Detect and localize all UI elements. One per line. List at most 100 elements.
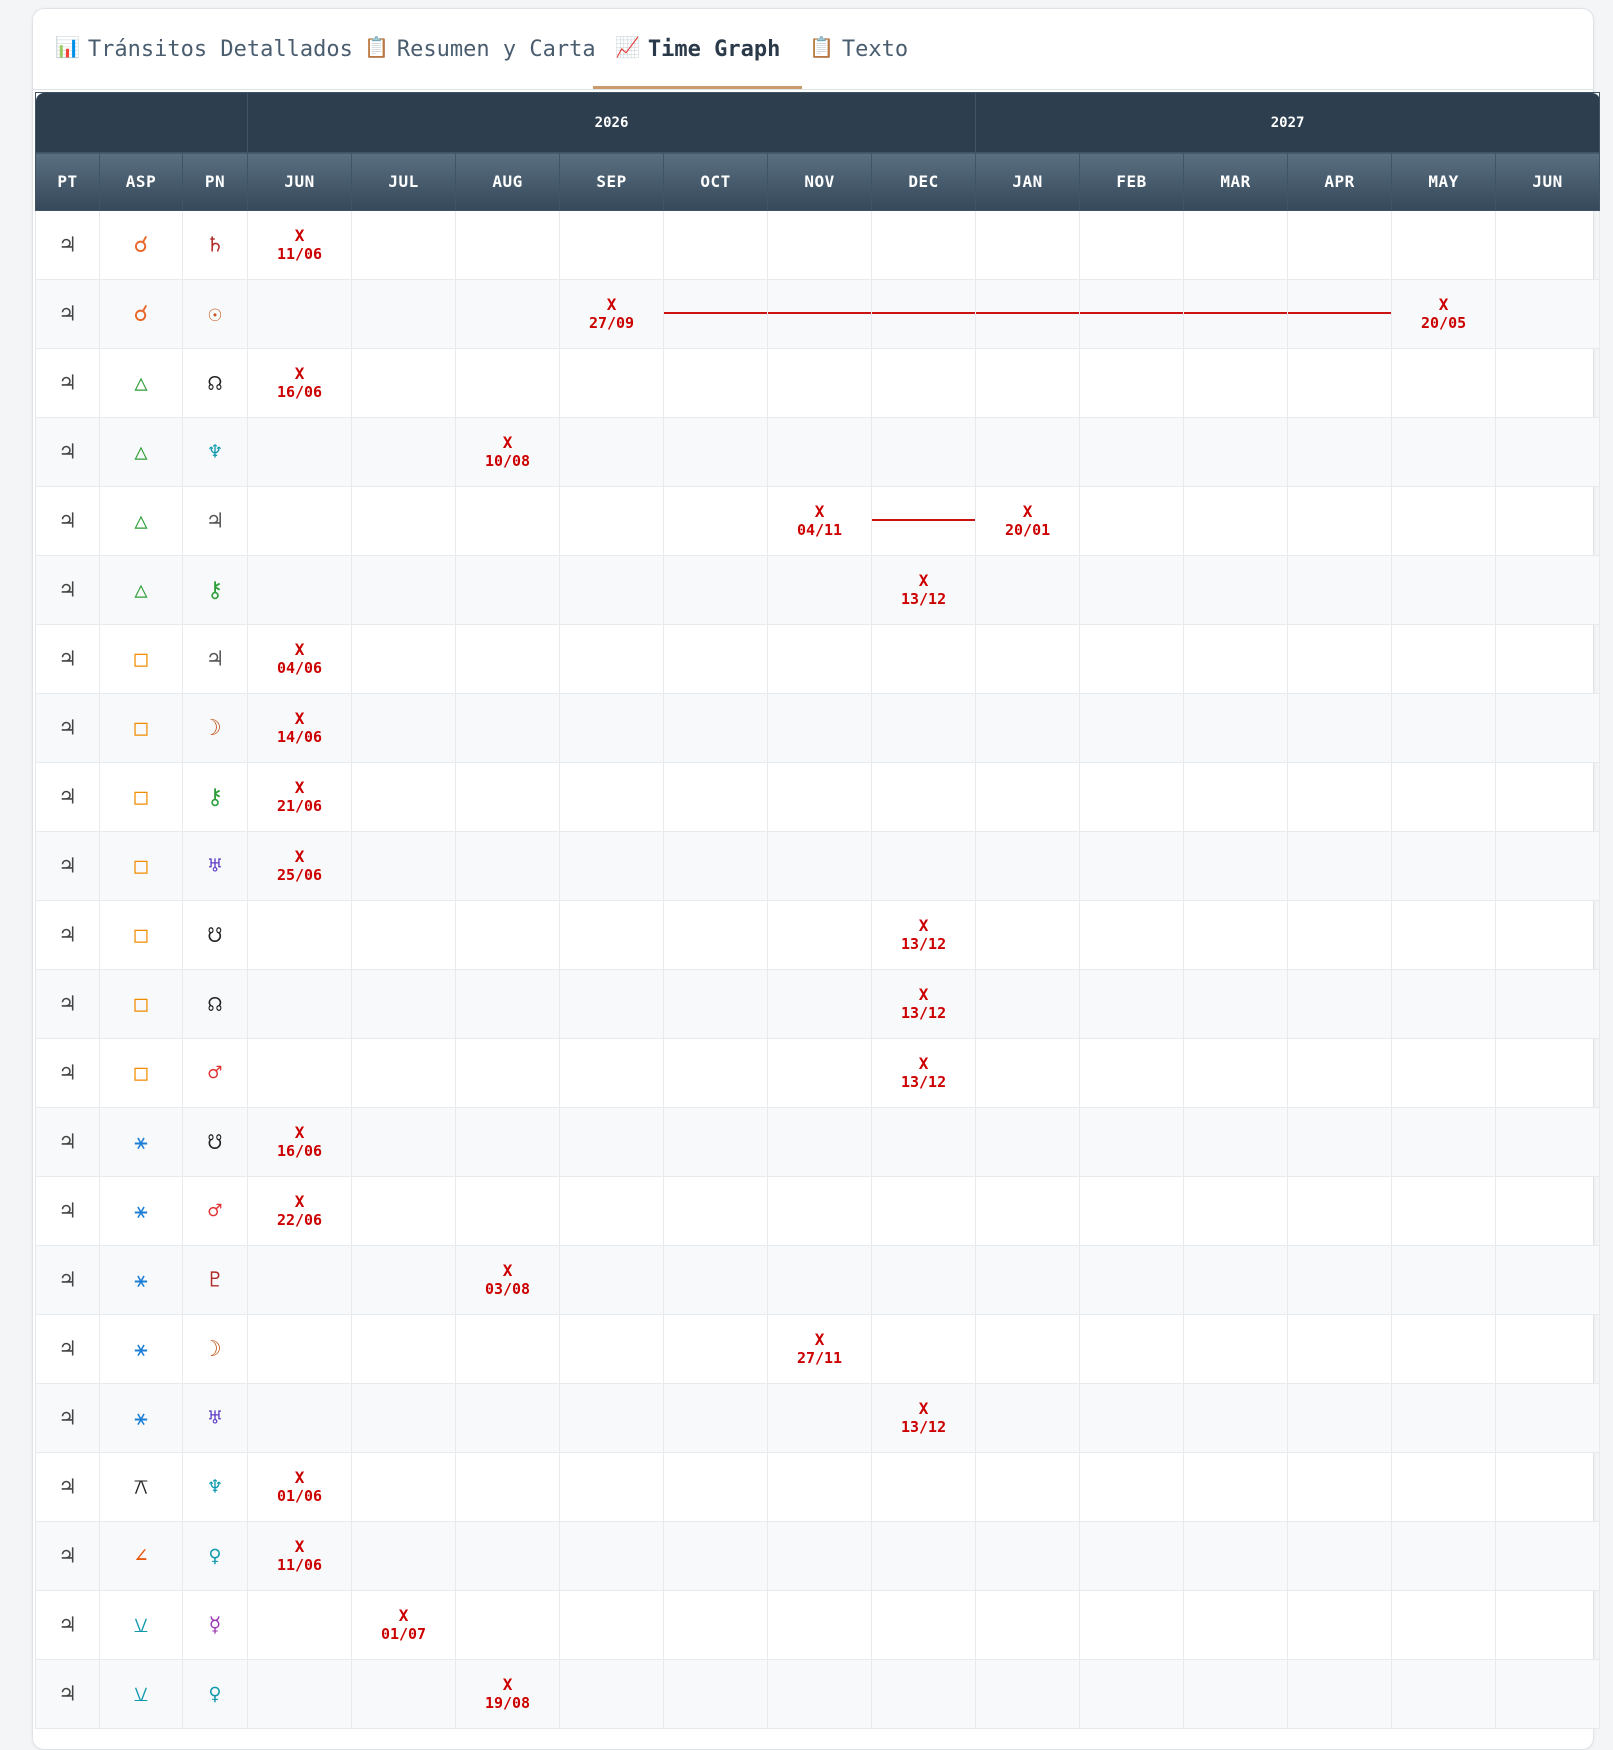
month-cell: [559, 1452, 665, 1522]
exact-hit-marker[interactable]: X 20/05: [1392, 295, 1495, 333]
column-header-row: PT ASP PN JUN JUL AUG SEP OCT NOV DEC JAN FEB MAR…: [35, 152, 1601, 211]
exact-hit-marker[interactable]: X 14/06: [248, 709, 351, 747]
exact-hit-marker[interactable]: X 16/06: [248, 1123, 351, 1161]
natal-planet-cell: ♂: [181, 1176, 249, 1246]
month-cell: [1287, 1176, 1393, 1246]
month-cell: [975, 762, 1081, 832]
month-cell: [975, 279, 1081, 349]
exact-hit-marker[interactable]: X 03/08: [456, 1261, 559, 1299]
month-cell: [975, 900, 1081, 970]
tab-time-graph[interactable]: 📈 Time Graph: [593, 35, 803, 89]
month-cell: [1287, 831, 1393, 901]
natal-planet-symbol: ♃: [208, 646, 222, 672]
exact-hit-marker[interactable]: X 19/08: [456, 1675, 559, 1713]
month-cell: [663, 762, 769, 832]
exact-hit-date: 14/06: [276, 728, 323, 746]
exact-hit-marker[interactable]: X 27/11: [768, 1330, 871, 1368]
exact-hit-marker[interactable]: X 04/06: [248, 640, 351, 678]
month-cell: [1495, 762, 1601, 832]
month-cell: X 13/12: [871, 969, 977, 1039]
month-cell: [351, 900, 457, 970]
transit-row: ♃ ☌ ♄ X 11/06: [35, 210, 1601, 280]
exact-hit-marker[interactable]: X 21/06: [248, 778, 351, 816]
exact-hit-marker[interactable]: X 27/09: [560, 295, 663, 333]
month-cell: [455, 1176, 561, 1246]
month-cell: [455, 1590, 561, 1660]
month-cell: [975, 624, 1081, 694]
exact-hit-marker[interactable]: X 01/06: [248, 1468, 351, 1506]
exact-hit-marker[interactable]: X 10/08: [456, 433, 559, 471]
month-cell: [1079, 1107, 1185, 1177]
transit-row: ♃ □ ♃ X 04/06: [35, 624, 1601, 694]
aspect-cell: ⚺: [99, 1659, 183, 1729]
transiting-planet-symbol: ♃: [60, 1612, 75, 1638]
natal-planet-symbol: ♄: [208, 232, 222, 258]
month-cell: [455, 1107, 561, 1177]
month-cell: [351, 1314, 457, 1384]
transit-row: ♃ ⚺ ☿ X 01/07: [35, 1590, 1601, 1660]
month-cell: [663, 1176, 769, 1246]
month-header: APR: [1287, 152, 1393, 211]
month-header: OCT: [663, 152, 769, 211]
month-cell: [455, 279, 561, 349]
aspect-cell: □: [99, 762, 183, 832]
exact-hit-marker[interactable]: X 13/12: [872, 571, 975, 609]
exact-hit-marker[interactable]: X 20/01: [976, 502, 1079, 540]
exact-hit-marker[interactable]: X 13/12: [872, 985, 975, 1023]
month-cell: [351, 486, 457, 556]
month-cell: [871, 831, 977, 901]
month-cell: [455, 555, 561, 625]
month-cell: X 11/06: [247, 1521, 353, 1591]
exact-hit-marker[interactable]: X 11/06: [248, 1537, 351, 1575]
exact-hit-marker[interactable]: X 16/06: [248, 364, 351, 402]
natal-planet-cell: ♇: [181, 1245, 249, 1315]
month-cell: X 13/12: [871, 555, 977, 625]
transiting-planet-cell: ♃: [35, 1383, 100, 1453]
month-cell: X 27/11: [767, 1314, 873, 1384]
month-cell: [871, 279, 977, 349]
month-cell: X 10/08: [455, 417, 561, 487]
month-header: SEP: [559, 152, 665, 211]
month-cell: X 20/01: [975, 486, 1081, 556]
tab-transitos-detallados[interactable]: 📊 Tránsitos Detallados: [55, 35, 353, 89]
month-cell: [1495, 486, 1601, 556]
transiting-planet-cell: ♃: [35, 1590, 100, 1660]
exact-hit-marker[interactable]: X 13/12: [872, 1054, 975, 1092]
month-cell: [663, 1107, 769, 1177]
month-cell: [455, 486, 561, 556]
month-cell: [975, 1245, 1081, 1315]
exact-hit-marker[interactable]: X 13/12: [872, 916, 975, 954]
transiting-planet-symbol: ♃: [60, 853, 75, 879]
tab-texto[interactable]: 📋 Texto: [809, 35, 908, 89]
month-cell: [1287, 486, 1393, 556]
month-cell: [1183, 486, 1289, 556]
month-cell: [767, 279, 873, 349]
transiting-planet-cell: ♃: [35, 624, 100, 694]
exact-hit-marker[interactable]: X 25/06: [248, 847, 351, 885]
month-cell: [1079, 210, 1185, 280]
month-cell: [1495, 831, 1601, 901]
month-cell: [767, 1452, 873, 1522]
exact-hit-marker[interactable]: X 04/11: [768, 502, 871, 540]
exact-hit-x: X: [398, 1606, 409, 1625]
month-cell: [1495, 1107, 1601, 1177]
month-cell: [1079, 417, 1185, 487]
month-cell: [455, 969, 561, 1039]
exact-hit-marker[interactable]: X 11/06: [248, 226, 351, 264]
month-cell: [247, 279, 353, 349]
month-cell: [1391, 486, 1497, 556]
month-cell: [1287, 1107, 1393, 1177]
natal-planet-symbol: ☊: [208, 370, 222, 396]
tab-resumen-y-carta[interactable]: 📋 Resumen y Carta: [364, 35, 596, 89]
month-cell: X 16/06: [247, 1107, 353, 1177]
exact-hit-marker[interactable]: X 01/07: [352, 1606, 455, 1644]
exact-hit-marker[interactable]: X 13/12: [872, 1399, 975, 1437]
month-cell: X 03/08: [455, 1245, 561, 1315]
exact-hit-x: X: [294, 640, 305, 659]
month-cell: [767, 1038, 873, 1108]
month-cell: [767, 1383, 873, 1453]
exact-hit-x: X: [294, 226, 305, 245]
tab-label: Time Graph: [647, 37, 781, 62]
exact-hit-marker[interactable]: X 22/06: [248, 1192, 351, 1230]
natal-planet-cell: ♀: [181, 1659, 249, 1729]
